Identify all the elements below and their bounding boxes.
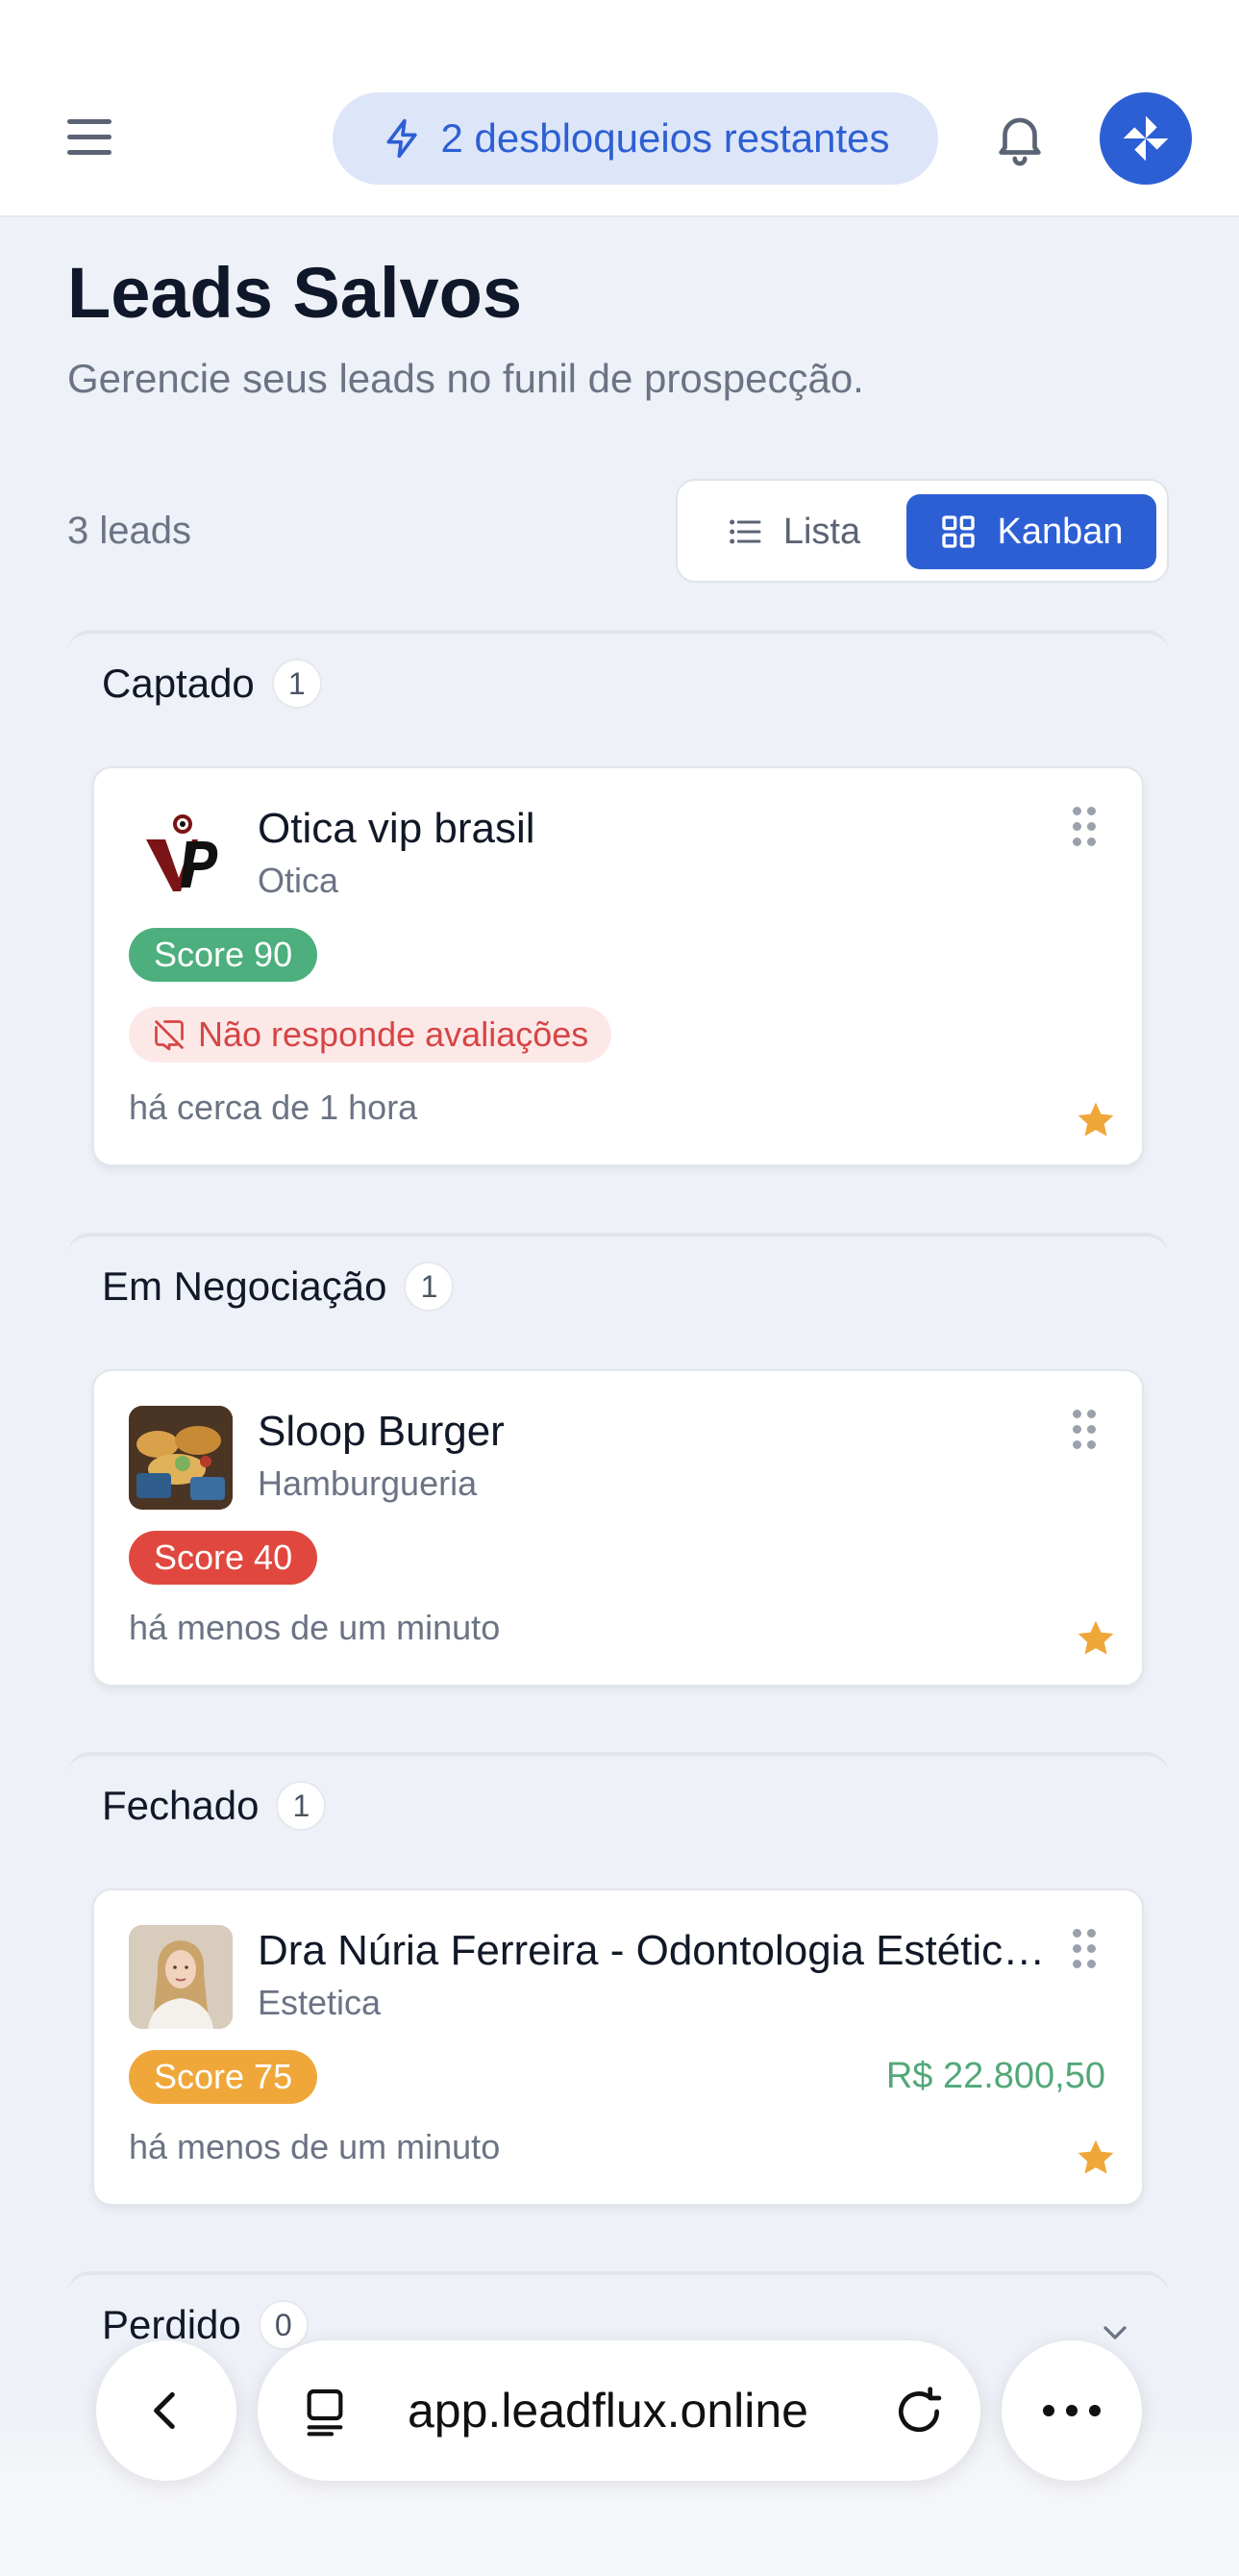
- lead-time: há menos de um minuto: [129, 1608, 501, 1647]
- star-icon[interactable]: [1075, 2137, 1117, 2179]
- star-icon[interactable]: [1075, 1099, 1117, 1141]
- kanban-view-button[interactable]: Kanban: [906, 494, 1156, 569]
- lead-name: Dra Núria Ferreira - Odontologia Estétic…: [258, 1927, 1046, 1974]
- drag-handle-icon[interactable]: [1073, 1410, 1098, 1450]
- url-text: app.leadflux.online: [408, 2384, 808, 2438]
- more-button[interactable]: [1002, 2340, 1142, 2481]
- view-toggle: Lista Kanban: [676, 479, 1169, 583]
- page-title: Leads Salvos: [67, 253, 523, 333]
- back-button[interactable]: [96, 2340, 236, 2481]
- lightning-icon: [386, 118, 417, 159]
- warning-tag-label: Não responde avaliações: [198, 1014, 589, 1054]
- column-header: Captado 1: [102, 659, 322, 709]
- bell-icon[interactable]: [990, 108, 1050, 167]
- column-title: Em Negociação: [102, 1263, 387, 1309]
- list-view-button[interactable]: Lista: [697, 494, 889, 569]
- page-subtitle: Gerencie seus leads no funil de prospecç…: [67, 356, 864, 401]
- lead-photo: [129, 1406, 233, 1510]
- kanban-view-label: Kanban: [997, 511, 1124, 552]
- lead-card[interactable]: Sloop Burger Hamburgueria Score 40 há me…: [92, 1369, 1144, 1687]
- grid-icon: [942, 515, 976, 548]
- warning-tag: Não responde avaliações: [129, 1007, 612, 1063]
- drag-handle-icon[interactable]: [1073, 1929, 1098, 1969]
- column-count: 1: [271, 659, 322, 709]
- lead-name: Otica vip brasil: [258, 805, 535, 852]
- pinwheel-icon: [1123, 115, 1169, 162]
- lead-time: há cerca de 1 hora: [129, 1088, 418, 1127]
- drag-handle-icon[interactable]: [1073, 807, 1098, 847]
- lead-count: 3 leads: [67, 510, 191, 552]
- column-title: Captado: [102, 661, 255, 706]
- column-header: Perdido 0: [102, 2300, 309, 2350]
- message-off-icon: [155, 1020, 184, 1051]
- more-icon: [1043, 2405, 1101, 2416]
- reload-icon[interactable]: [892, 2385, 946, 2438]
- column-captado: Captado 1 Otica vip brasil Otica Score 9…: [67, 630, 1169, 1188]
- lead-category: Otica: [258, 861, 339, 900]
- lead-category: Estetica: [258, 1983, 382, 2022]
- lead-card[interactable]: Otica vip brasil Otica Score 90 Não resp…: [92, 766, 1144, 1166]
- tabs-icon: [307, 2388, 343, 2437]
- column-header: Fechado 1: [102, 1781, 327, 1831]
- avatar[interactable]: [1100, 92, 1192, 185]
- column-title: Fechado: [102, 1783, 260, 1828]
- unlocks-badge[interactable]: 2 desbloqueios restantes: [333, 92, 938, 185]
- column-count: 1: [404, 1262, 455, 1312]
- score-badge: Score 75: [129, 2050, 318, 2104]
- lead-card[interactable]: Dra Núria Ferreira - Odontologia Estétic…: [92, 1888, 1144, 2206]
- column-count: 0: [258, 2300, 309, 2350]
- top-header: 2 desbloqueios restantes: [0, 0, 1239, 217]
- lead-name: Sloop Burger: [258, 1408, 505, 1455]
- lead-category: Hamburgueria: [258, 1463, 478, 1503]
- column-em-negociacao: Em Negociação 1 Sloop Burger Hamburgueri…: [67, 1233, 1169, 1742]
- score-badge: Score 90: [129, 928, 318, 982]
- chevron-left-icon: [154, 2391, 175, 2430]
- list-view-label: Lista: [782, 511, 861, 552]
- menu-icon[interactable]: [65, 115, 115, 160]
- column-fechado: Fechado 1 Dra Núria Ferreira - Odontolog…: [67, 1752, 1169, 2262]
- address-bar[interactable]: app.leadflux.online: [258, 2340, 980, 2481]
- lead-logo: [129, 803, 233, 907]
- column-header: Em Negociação 1: [102, 1262, 455, 1312]
- star-icon[interactable]: [1075, 1617, 1117, 1660]
- deal-value: R$ 22.800,50: [885, 2056, 1105, 2096]
- lead-time: há menos de um minuto: [129, 2127, 501, 2166]
- column-count: 1: [276, 1781, 327, 1831]
- lead-photo: [129, 1925, 233, 2029]
- score-badge: Score 40: [129, 1531, 318, 1585]
- unlocks-label: 2 desbloqueios restantes: [440, 115, 890, 161]
- list-icon: [730, 519, 761, 544]
